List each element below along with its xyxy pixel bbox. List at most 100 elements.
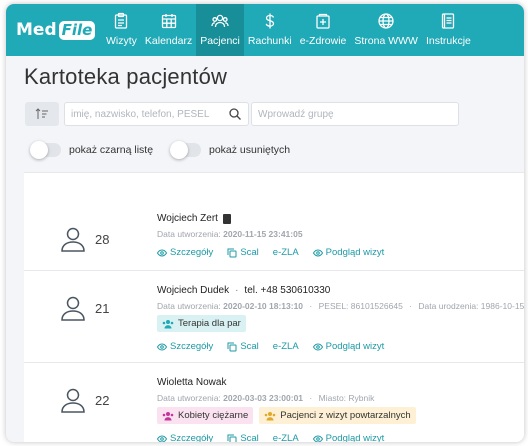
created-label: Data utworzenia: xyxy=(157,229,221,239)
created-value: 2020-02-10 18:13:10 xyxy=(223,301,304,311)
visits-preview-link[interactable]: Podgląd wizyt xyxy=(312,341,385,352)
city-label: Miasto: xyxy=(318,393,347,403)
blacklist-toggle[interactable]: pokaż czarną listę xyxy=(30,141,154,159)
copy-icon xyxy=(227,248,237,257)
eye-icon xyxy=(312,248,323,257)
birthdate-label: Data urodzenia: xyxy=(418,301,479,311)
city-value: Rybnik xyxy=(348,393,375,403)
nav-instrukcje[interactable]: Instrukcje xyxy=(422,4,475,56)
merge-link[interactable]: Scal xyxy=(227,341,259,352)
nav-strona-www[interactable]: Strona WWW xyxy=(350,4,422,56)
sort-icon xyxy=(35,108,48,119)
group-tag[interactable]: Kobiety ciężarne xyxy=(157,407,254,424)
ezla-link[interactable]: e-ZLA xyxy=(273,433,299,442)
group-tag[interactable]: Pacjenci z wizyt powtarzalnych xyxy=(259,407,416,424)
merge-label: Scal xyxy=(240,341,259,352)
details-link[interactable]: Szczegóły xyxy=(157,433,213,442)
patient-list: 28 Wojciech Zert Data utworzenia: 2020-1… xyxy=(24,172,524,442)
nav-label: e-Zdrowie xyxy=(299,35,347,47)
tag-label: Kobiety ciężarne xyxy=(178,410,249,421)
search-input[interactable] xyxy=(71,108,248,120)
visits-preview-link[interactable]: Podgląd wizyt xyxy=(312,247,385,258)
users-icon xyxy=(211,14,229,28)
birthdate-value: 1986-10-15 xyxy=(480,301,524,311)
nav-label: Kalendarz xyxy=(144,35,193,47)
nav-pacjenci[interactable]: Pacjenci xyxy=(196,4,244,56)
group-input[interactable] xyxy=(258,108,458,120)
patient-row: 22 Wioletta Nowak Data utworzenia: 2020-… xyxy=(24,363,524,442)
ezla-link[interactable]: e-ZLA xyxy=(273,247,299,258)
merge-label: Scal xyxy=(240,247,259,258)
details-link[interactable]: Szczegóły xyxy=(157,341,213,352)
globe-icon xyxy=(378,13,394,29)
patient-info: Wojciech Zert Data utworzenia: 2020-11-1… xyxy=(157,213,398,258)
blacklist-label: pokaż czarną listę xyxy=(69,144,154,156)
logo-text-med: Med xyxy=(16,20,57,40)
group-filter-box xyxy=(251,102,459,126)
deleted-toggle[interactable]: pokaż usuniętych xyxy=(170,141,291,159)
nav-label: Instrukcje xyxy=(425,35,471,47)
nav-label: Rachunki xyxy=(247,35,292,47)
book-icon xyxy=(442,13,455,29)
person-icon xyxy=(61,227,85,252)
merge-link[interactable]: Scal xyxy=(227,247,259,258)
nav-e-zdrowie[interactable]: e-Zdrowie xyxy=(296,4,351,56)
nav-label: Strona WWW xyxy=(354,35,418,47)
patient-avatar: 22 xyxy=(60,387,109,413)
nav-wizyty[interactable]: Wizyty xyxy=(102,4,141,56)
ezla-label: e-ZLA xyxy=(272,247,299,258)
tag-label: Pacjenci z wizyt powtarzalnych xyxy=(280,410,411,421)
sort-button[interactable] xyxy=(25,102,59,126)
app-window: Med File Wizyty Kalendarz Pacjenci Rachu… xyxy=(6,4,524,442)
blacklist-switch[interactable] xyxy=(30,141,61,159)
details-link[interactable]: Szczegóły xyxy=(157,247,213,258)
nav-label: Wizyty xyxy=(106,35,137,47)
merge-label: Scal xyxy=(240,433,259,442)
patient-id: 21 xyxy=(95,300,110,316)
medical-cross-icon xyxy=(316,13,330,29)
group-tag[interactable]: Terapia dla par xyxy=(157,315,246,332)
merge-link[interactable]: Scal xyxy=(227,433,259,442)
patient-avatar: 28 xyxy=(60,226,109,252)
page-title: Kartoteka pacjentów xyxy=(24,64,228,89)
patient-avatar: 21 xyxy=(60,295,109,321)
visits-preview-link[interactable]: Podgląd wizyt xyxy=(312,433,384,442)
medfile-logo[interactable]: Med File xyxy=(6,4,102,56)
created-label: Data utworzenia: xyxy=(157,301,221,311)
nav-kalendarz[interactable]: Kalendarz xyxy=(141,4,196,56)
group-icon xyxy=(162,319,174,328)
logo-text-file: File xyxy=(58,20,96,40)
eye-icon xyxy=(312,434,323,442)
patient-name[interactable]: Wojciech Dudek xyxy=(157,285,229,296)
patient-name[interactable]: Wojciech Zert xyxy=(157,213,218,224)
separator-dot: · xyxy=(235,285,239,296)
nav-rachunki[interactable]: Rachunki xyxy=(244,4,296,56)
pesel-label: PESEL: xyxy=(318,301,349,311)
pesel-value: 86101526645 xyxy=(350,301,403,311)
search-icon[interactable] xyxy=(228,107,242,121)
notebook-icon xyxy=(222,213,231,224)
details-label: Szczegóły xyxy=(170,433,214,442)
patient-id: 28 xyxy=(95,231,110,247)
tag-label: Terapia dla par xyxy=(178,318,241,329)
eye-icon xyxy=(157,342,167,351)
nav-label: Pacjenci xyxy=(200,35,240,47)
top-navigation: Med File Wizyty Kalendarz Pacjenci Rachu… xyxy=(6,4,524,56)
patient-name[interactable]: Wioletta Nowak xyxy=(157,377,226,388)
patient-row: 28 Wojciech Zert Data utworzenia: 2020-1… xyxy=(24,173,524,271)
person-icon xyxy=(61,388,85,413)
patient-id: 22 xyxy=(95,392,110,408)
visits-label: Podgląd wizyt xyxy=(325,247,385,258)
deleted-switch[interactable] xyxy=(170,141,201,159)
copy-icon xyxy=(227,434,237,442)
calendar-icon xyxy=(161,14,176,29)
ezla-link[interactable]: e-ZLA xyxy=(273,341,299,352)
details-label: Szczegóły xyxy=(170,247,214,258)
created-label: Data utworzenia: xyxy=(157,393,221,403)
patient-phone: tel. +48 530610330 xyxy=(244,285,331,296)
patient-info: Wojciech Dudek · tel. +48 530610330 Data… xyxy=(157,285,524,352)
patient-search-box xyxy=(64,102,249,126)
deleted-label: pokaż usuniętych xyxy=(209,144,291,156)
visits-label: Podgląd wizyt xyxy=(325,341,385,352)
created-value: 2020-03-03 23:00:01 xyxy=(223,393,304,403)
